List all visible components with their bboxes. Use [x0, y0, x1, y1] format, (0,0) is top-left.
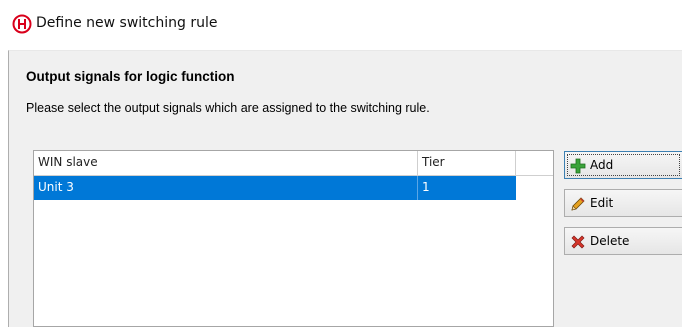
column-header-empty — [516, 151, 553, 176]
section-title: Output signals for logic function — [26, 69, 235, 84]
section-description: Please select the output signals which a… — [26, 101, 430, 115]
delete-button[interactable]: Delete — [564, 227, 682, 255]
cell-tier: 1 — [422, 180, 430, 194]
add-button[interactable]: Add — [564, 151, 682, 179]
pencil-icon — [571, 197, 585, 211]
cell-win-slave: Unit 3 — [34, 176, 418, 200]
add-button-label: Add — [590, 158, 614, 172]
column-header-win-slave[interactable]: WIN slave — [34, 151, 418, 176]
edit-button-label: Edit — [590, 196, 614, 210]
delete-x-icon — [571, 235, 585, 249]
table-row[interactable]: Unit 3 1 — [34, 176, 516, 200]
table-header: WIN slave Tier — [34, 151, 553, 176]
delete-button-label: Delete — [590, 234, 630, 248]
output-signals-table[interactable]: WIN slave Tier Unit 3 1 — [33, 150, 554, 327]
app-logo-icon — [12, 14, 32, 34]
column-header-tier[interactable]: Tier — [418, 151, 516, 176]
plus-icon — [570, 158, 586, 174]
title-bar: Define new switching rule — [0, 0, 682, 50]
window-title: Define new switching rule — [36, 15, 218, 31]
edit-button[interactable]: Edit — [564, 189, 682, 217]
